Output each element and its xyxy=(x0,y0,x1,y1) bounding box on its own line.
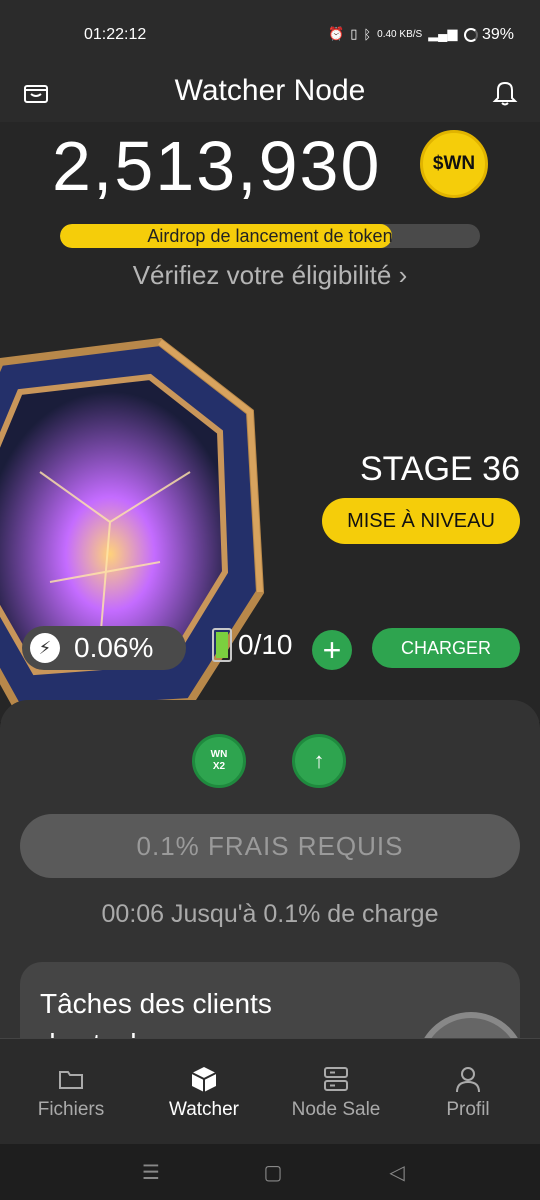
eligibility-text: Vérifiez votre éligibilité xyxy=(132,260,392,290)
app-header: Watcher Node xyxy=(0,70,540,122)
wn-x2-boost-button[interactable]: WN X2 xyxy=(192,734,246,788)
status-battery: 39% xyxy=(464,26,514,44)
status-time: 01:22:12 xyxy=(84,26,147,43)
tab-fichiers[interactable]: Fichiers xyxy=(6,1065,136,1121)
airdrop-progress-bar[interactable]: Airdrop de lancement de token xyxy=(60,224,480,248)
signal-icon: ▂▄▆ xyxy=(428,26,458,41)
tab-node-sale[interactable]: Node Sale xyxy=(271,1065,401,1121)
network-speed: 0.40 KB/S xyxy=(377,28,423,40)
home-nav-icon[interactable]: ▢ xyxy=(258,1160,288,1184)
status-icons: ⏰ ▯ ᛒ 0.40 KB/S ▂▄▆ xyxy=(328,26,457,42)
folder-icon xyxy=(59,1071,83,1089)
battery-count: 0/10 xyxy=(212,628,293,662)
user-icon xyxy=(456,1067,480,1093)
tab-label: Node Sale xyxy=(291,1099,381,1120)
eligibility-link[interactable]: Vérifiez votre éligibilité › xyxy=(0,260,540,291)
fee-required-button[interactable]: 0.1% FRAIS REQUIS xyxy=(20,814,520,878)
airdrop-label: Airdrop de lancement de token xyxy=(147,226,393,246)
boost-wn-line1: WN xyxy=(210,749,228,760)
bell-icon[interactable] xyxy=(490,76,520,108)
mining-rate-pill: ⚡ 0.06% xyxy=(22,626,186,670)
stage-label: STAGE 36 xyxy=(360,450,520,488)
server-icon xyxy=(324,1067,348,1091)
tasks-title: Tâches des clients des tech xyxy=(40,988,272,1040)
token-coin-badge: $WN xyxy=(420,130,488,198)
tab-profil[interactable]: Profil xyxy=(403,1065,533,1121)
mining-rate-value: 0.06% xyxy=(74,632,154,663)
arrow-up-boost-button[interactable]: ↑ xyxy=(292,734,346,788)
lightning-icon: ⚡ xyxy=(30,633,60,663)
charge-button[interactable]: CHARGER xyxy=(372,628,520,668)
boost-wn-line2: X2 xyxy=(212,761,226,772)
tasks-card[interactable]: Tâches des clients des tech xyxy=(20,962,520,1040)
menu-nav-icon[interactable]: ☰ xyxy=(136,1160,166,1184)
tab-watcher[interactable]: Watcher xyxy=(139,1065,269,1121)
upgrade-button[interactable]: MISE À NIVEAU xyxy=(322,498,520,544)
page-title: Watcher Node xyxy=(174,74,366,107)
bluetooth-icon: ᛒ xyxy=(363,26,372,42)
tab-label: Watcher xyxy=(168,1099,240,1120)
cube-icon xyxy=(191,1067,217,1092)
system-nav-bar: ☰ ▢ ◁ xyxy=(0,1144,540,1200)
charge-countdown: 00:06 Jusqu'à 0.1% de charge xyxy=(101,900,439,928)
main-area: 2,513,930 $WN Airdrop de lancement de to… xyxy=(0,122,540,722)
chevron-right-icon: › xyxy=(398,260,408,290)
battery-percent: 39% xyxy=(482,26,515,43)
bottom-tab-bar: Fichiers Watcher Node Sale Profil xyxy=(0,1038,540,1144)
bottom-panel: WN X2 ↑ 0.1% FRAIS REQUIS 00:06 Jusqu'à … xyxy=(0,700,540,1040)
tasks-badge-icon xyxy=(416,1012,520,1040)
boost-wn-text: WN X2 xyxy=(211,749,228,773)
battery-count-value: 0/10 xyxy=(238,629,293,660)
token-balance: 2,513,930 xyxy=(52,127,382,205)
back-nav-icon[interactable]: ◁ xyxy=(382,1160,412,1184)
tab-label: Fichiers xyxy=(37,1099,105,1120)
arrow-up-icon: ↑ xyxy=(313,748,325,773)
add-battery-button[interactable]: + xyxy=(312,630,352,670)
status-bar: 01:22:12 ⏰ ▯ ᛒ 0.40 KB/S ▂▄▆ 39% xyxy=(0,0,540,70)
battery-ring-icon xyxy=(464,28,478,42)
battery-icon xyxy=(212,628,232,662)
tab-label: Profil xyxy=(446,1099,490,1120)
vibrate-icon: ▯ xyxy=(350,26,358,41)
alarm-icon: ⏰ xyxy=(328,26,345,41)
